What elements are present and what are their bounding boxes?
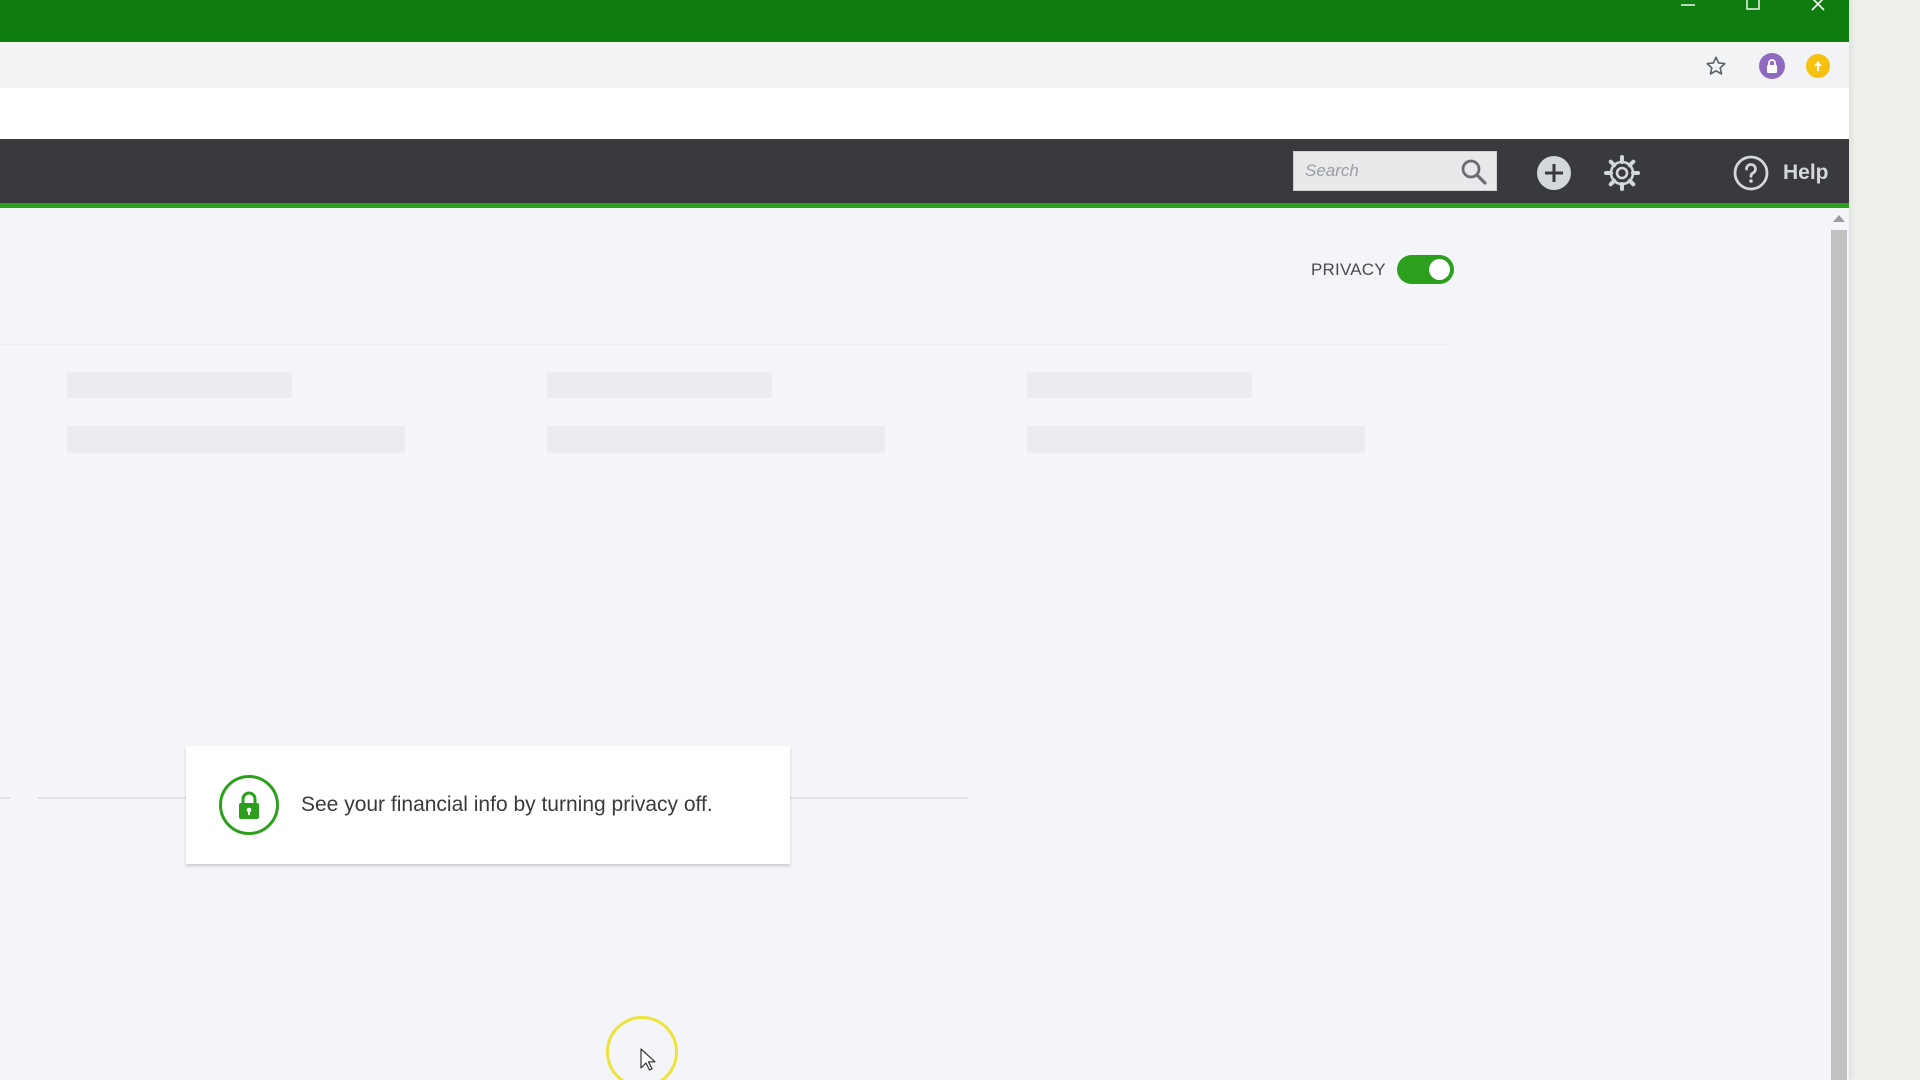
chart-baseline — [0, 797, 10, 799]
minimize-icon — [1681, 4, 1695, 6]
address-bar[interactable] — [0, 46, 1740, 84]
dashboard-content: PRIVACY See your financial info by turni… — [0, 213, 1829, 1080]
gear-icon — [1604, 155, 1640, 191]
privacy-notice-card: See your financial info by turning priva… — [186, 746, 790, 864]
create-new-button[interactable] — [1535, 154, 1573, 192]
browser-toolbar — [0, 42, 1849, 88]
privacy-control: PRIVACY — [1311, 255, 1454, 284]
close-window-button[interactable] — [1790, 0, 1846, 14]
question-circle-icon — [1733, 155, 1769, 191]
lock-icon — [239, 791, 259, 819]
search-box — [1293, 151, 1497, 191]
toggle-knob — [1428, 259, 1450, 280]
bookmarks-bar — [0, 88, 1849, 139]
lock-badge — [219, 775, 279, 835]
privacy-message: See your financial info by turning priva… — [301, 793, 713, 816]
search-icon — [1461, 159, 1487, 185]
loading-placeholder — [547, 372, 772, 398]
plus-circle-icon — [1537, 156, 1571, 190]
scroll-thumb[interactable] — [1831, 230, 1847, 1080]
title-bar — [0, 0, 1849, 42]
search-button[interactable] — [1460, 158, 1488, 186]
section-divider — [0, 344, 1450, 345]
close-icon — [1811, 0, 1825, 11]
extension-purple-button[interactable] — [1759, 53, 1785, 79]
scroll-up-arrow[interactable] — [1833, 215, 1845, 222]
loading-placeholder — [67, 426, 405, 453]
loading-placeholder — [1027, 426, 1365, 453]
star-icon — [1706, 56, 1726, 75]
maximize-button[interactable] — [1725, 0, 1781, 14]
privacy-label: PRIVACY — [1311, 259, 1386, 279]
bookmark-star-button[interactable] — [1703, 53, 1729, 79]
app-header: Help — [0, 139, 1849, 208]
loading-placeholder — [1027, 372, 1252, 398]
loading-placeholder — [547, 426, 885, 453]
extension-yellow-button[interactable] — [1805, 53, 1831, 79]
extension-purple-icon — [1759, 53, 1785, 79]
loading-placeholder — [67, 372, 292, 398]
extension-yellow-icon — [1806, 54, 1830, 78]
vertical-scrollbar[interactable] — [1829, 213, 1849, 1080]
browser-window: Help PRIVACY See your financial info by … — [0, 0, 1849, 1080]
privacy-toggle[interactable] — [1396, 255, 1454, 284]
search-input[interactable] — [1294, 152, 1454, 190]
help-label: Help — [1783, 161, 1829, 184]
maximize-icon — [1746, 0, 1760, 10]
help-button[interactable]: Help — [1733, 154, 1829, 192]
settings-button[interactable] — [1603, 154, 1641, 192]
mouse-pointer-icon — [640, 1048, 656, 1071]
minimize-button[interactable] — [1660, 0, 1716, 14]
